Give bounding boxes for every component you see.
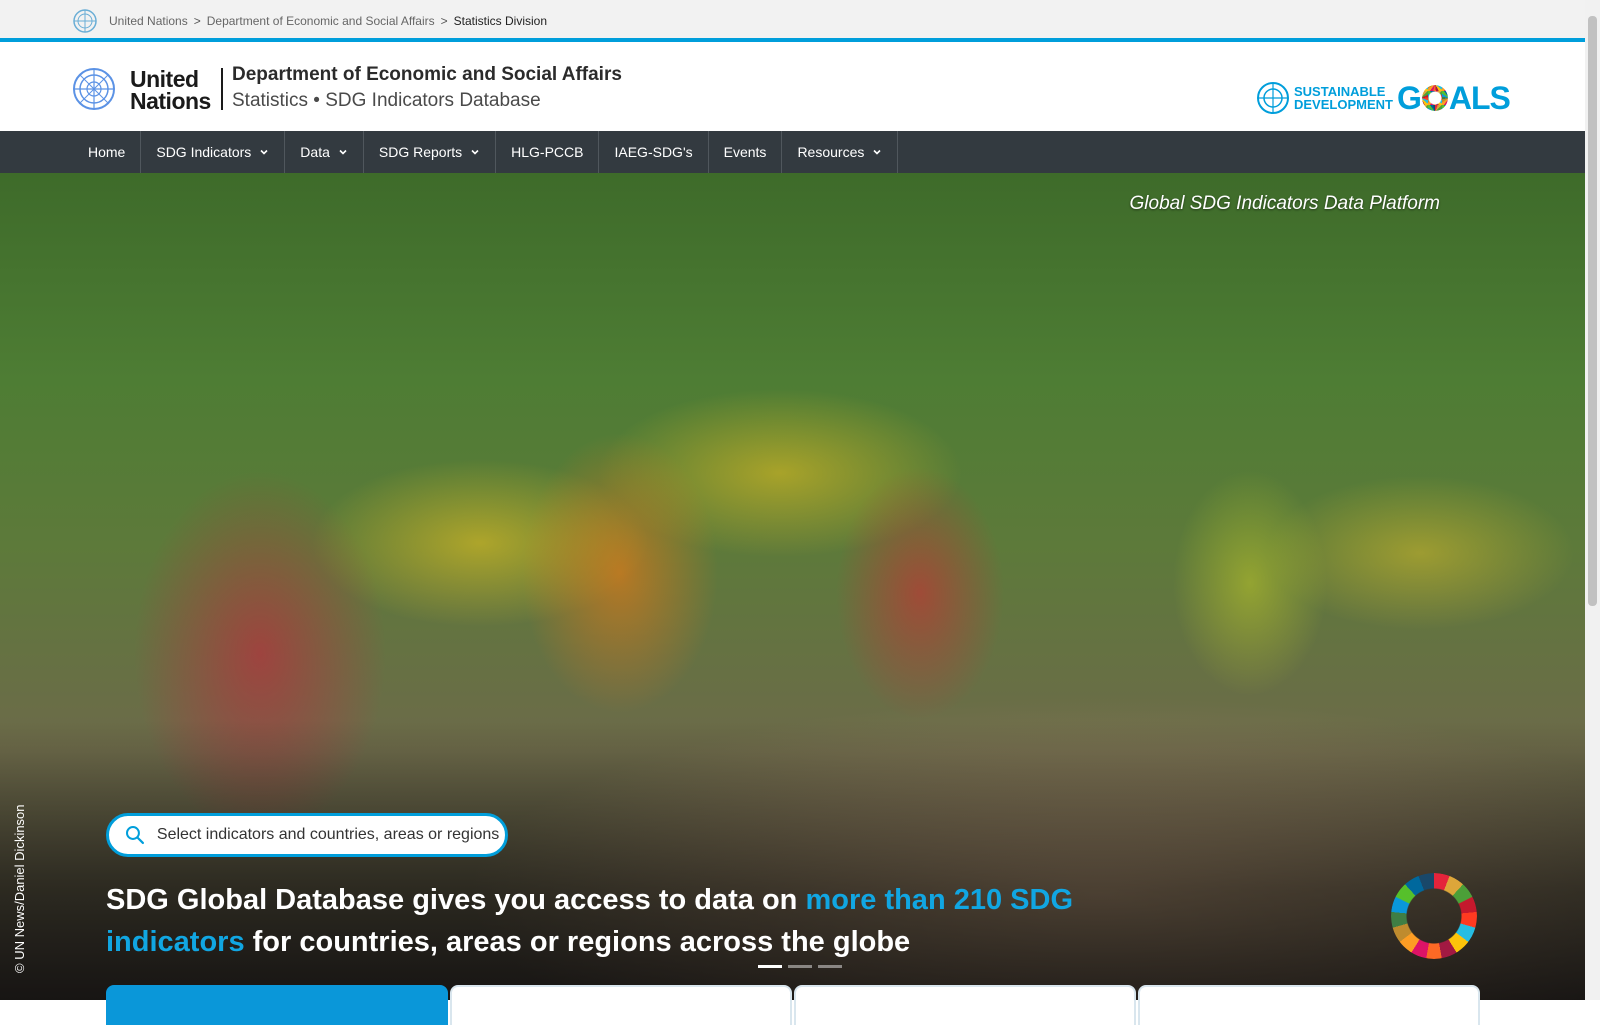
main-nav: Home SDG Indicators Data SDG Reports HLG… — [0, 131, 1585, 173]
carousel-indicators — [758, 965, 842, 968]
chevron-down-icon — [471, 149, 479, 155]
headline-part2: for countries, areas or regions across t… — [244, 926, 911, 958]
nav-item-resources[interactable]: Resources — [782, 131, 899, 173]
sdg-logo-goals-rest: ALS — [1448, 79, 1511, 116]
site-header: United Nations Department of Economic an… — [0, 46, 1585, 131]
search-input[interactable] — [156, 826, 505, 844]
sdg-logo-goals-g: G — [1396, 79, 1422, 116]
chevron-down-icon — [873, 149, 881, 155]
chevron-down-icon — [339, 149, 347, 155]
breadcrumb-separator: > — [440, 14, 448, 28]
feature-card[interactable] — [106, 985, 448, 1025]
carousel-dot[interactable] — [758, 965, 782, 968]
un-emblem-icon — [1257, 82, 1289, 114]
dept-subtitle: Statistics • SDG Indicators Database — [232, 90, 541, 111]
hero-banner: Global SDG Indicators Data Platform © UN… — [0, 173, 1585, 1000]
carousel-dot[interactable] — [788, 965, 812, 968]
feature-card[interactable] — [1138, 985, 1480, 1025]
dept-title[interactable]: Department of Economic and Social Affair… — [232, 64, 622, 86]
nav-item-events[interactable]: Events — [709, 131, 783, 173]
top-breadcrumb-bar: United Nations > Department of Economic … — [0, 0, 1585, 42]
un-emblem-icon[interactable] — [72, 67, 116, 111]
sdg-logo-goals: G ALS — [1396, 79, 1511, 117]
sdg-logo-words: SUSTAINABLE DEVELOPMENT — [1294, 85, 1393, 111]
nav-item-label: Resources — [797, 144, 865, 160]
nav-item-label: HLG-PCCB — [511, 144, 584, 160]
sdg-goals-logo[interactable]: SUSTAINABLE DEVELOPMENT G ALS — [1256, 79, 1511, 117]
un-emblem-icon — [73, 9, 97, 33]
un-wordmark-line1: United — [130, 66, 199, 92]
un-wordmark-line2: Nations — [130, 88, 211, 114]
headline-part1: SDG Global Database gives you access to … — [106, 884, 806, 916]
sdg-ring-icon — [1421, 85, 1448, 111]
breadcrumb-separator: > — [193, 14, 201, 28]
photo-credit: © UN News/Daniel Dickinson — [12, 804, 27, 973]
nav-item-label: SDG Indicators — [156, 144, 252, 160]
header-divider — [221, 68, 223, 110]
sdg-logo-line2: DEVELOPMENT — [1294, 97, 1393, 112]
feature-card[interactable] — [794, 985, 1136, 1025]
nav-item-label: Home — [88, 144, 126, 160]
nav-item-label: Events — [723, 144, 767, 160]
feature-card[interactable] — [450, 985, 792, 1025]
nav-list: Home SDG Indicators Data SDG Reports HLG… — [72, 131, 899, 173]
sdg-wheel-icon — [1391, 873, 1477, 959]
breadcrumb: United Nations > Department of Economic … — [109, 14, 547, 28]
breadcrumb-current: Statistics Division — [453, 14, 548, 28]
nav-item-home[interactable]: Home — [72, 131, 142, 173]
indicator-search[interactable] — [106, 813, 508, 857]
nav-item-data[interactable]: Data — [285, 131, 364, 173]
platform-label: Global SDG Indicators Data Platform — [1129, 193, 1440, 214]
nav-item-label: SDG Reports — [378, 144, 463, 160]
breadcrumb-link-desa[interactable]: Department of Economic and Social Affair… — [207, 14, 435, 28]
nav-item-label: Data — [300, 144, 330, 160]
un-wordmark[interactable]: United Nations — [130, 66, 211, 114]
scrollbar-thumb[interactable] — [1588, 16, 1597, 606]
feature-cards — [106, 985, 1480, 1025]
nav-item-label: IAEG-SDG's — [614, 144, 693, 160]
nav-item-iaeg-sdgs[interactable]: IAEG-SDG's — [599, 131, 709, 173]
search-icon — [125, 826, 144, 845]
page-scrollbar[interactable] — [1585, 0, 1600, 1000]
nav-item-sdg-indicators[interactable]: SDG Indicators — [141, 131, 286, 173]
carousel-dot[interactable] — [818, 965, 842, 968]
nav-item-sdg-reports[interactable]: SDG Reports — [364, 131, 497, 173]
hero-headline: SDG Global Database gives you access to … — [106, 879, 1106, 963]
chevron-down-icon — [260, 149, 268, 155]
nav-item-hlg-pccb[interactable]: HLG-PCCB — [496, 131, 600, 173]
breadcrumb-link-un[interactable]: United Nations — [109, 14, 188, 28]
